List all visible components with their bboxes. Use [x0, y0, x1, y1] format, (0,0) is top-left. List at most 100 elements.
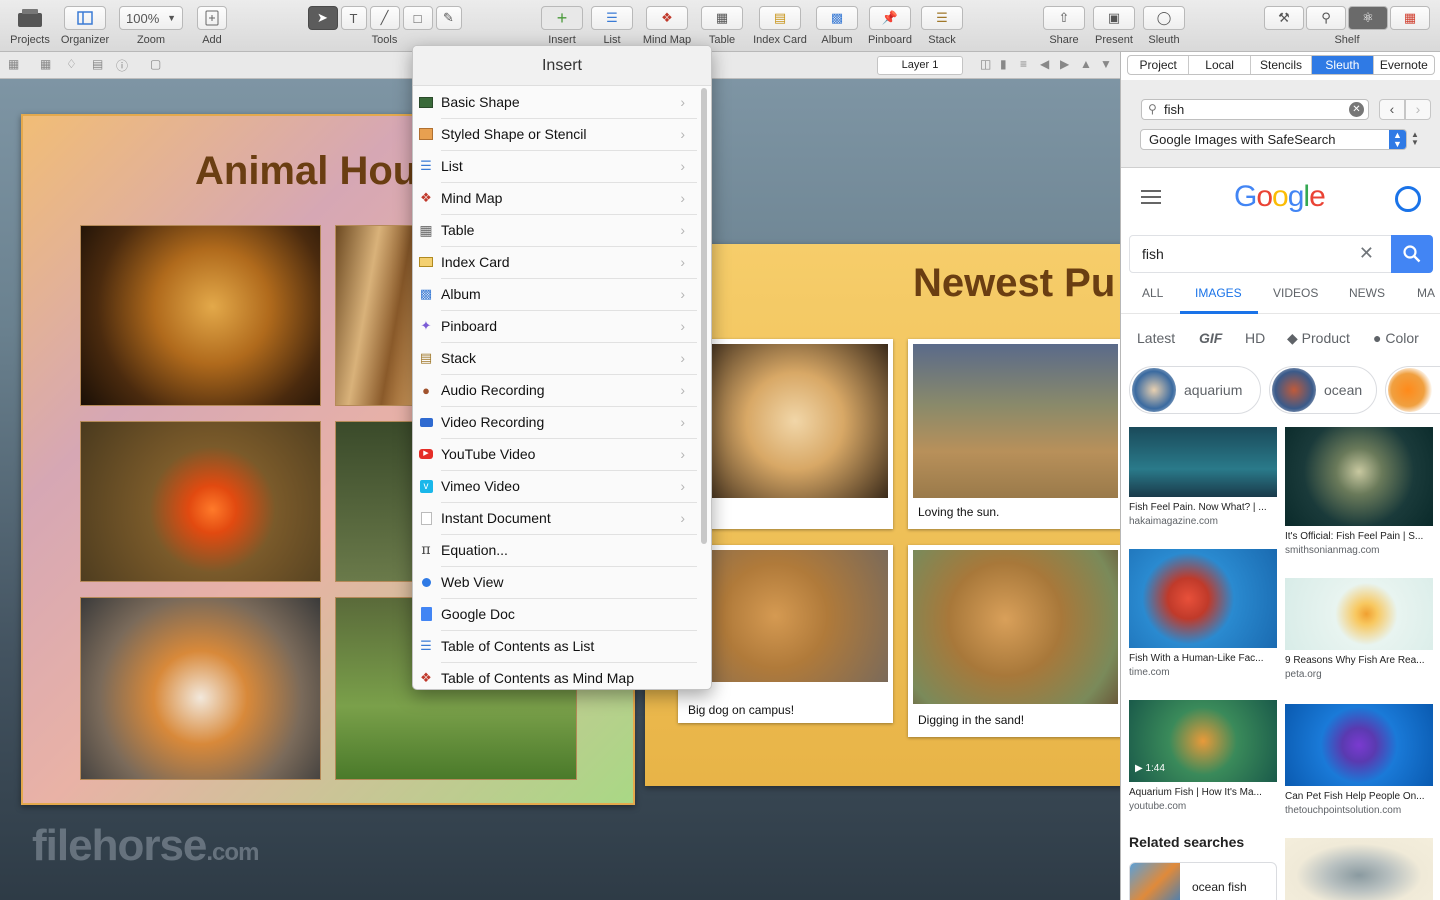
- share-button[interactable]: ⇧ Share: [1043, 6, 1085, 50]
- goldfish-photo[interactable]: [80, 421, 321, 582]
- tab-evernote[interactable]: Evernote: [1374, 56, 1434, 74]
- pinboard-button[interactable]: 📌 Pinboard: [866, 6, 914, 50]
- search-engine-select[interactable]: Google Images with SafeSearch ▲ ▼: [1140, 129, 1407, 150]
- menu-item-instant-document[interactable]: Instant Document ›: [415, 502, 697, 534]
- info-icon[interactable]: ⓘ: [116, 57, 132, 73]
- clipboard-icon[interactable]: ▢: [150, 57, 166, 73]
- menu-item-stack[interactable]: ▤ Stack ›: [415, 342, 697, 374]
- menu-item-list[interactable]: ☰ List ›: [415, 150, 697, 182]
- google-search-input[interactable]: fish ✕: [1129, 235, 1433, 273]
- clear-icon[interactable]: ✕: [1359, 243, 1374, 264]
- google-tab-all[interactable]: ALL: [1142, 286, 1163, 300]
- sleuth-search-input[interactable]: ⚲ fish ✕: [1141, 99, 1369, 120]
- notes-icon[interactable]: ▤: [92, 57, 108, 73]
- image-result[interactable]: 9 Reasons Why Fish Are Rea... peta.org: [1285, 578, 1435, 680]
- filter-icon[interactable]: ▼: [1100, 57, 1116, 73]
- suggestion-chip[interactable]: [1385, 366, 1440, 414]
- table-button[interactable]: ▦ Table: [701, 6, 743, 50]
- google-tab-news[interactable]: NEWS: [1349, 286, 1385, 300]
- account-icon[interactable]: [1395, 186, 1421, 212]
- up-icon[interactable]: ▲: [1080, 57, 1096, 73]
- back-button[interactable]: ‹: [1379, 99, 1405, 120]
- image-result[interactable]: Fish With a Human-Like Fac... time.com: [1129, 549, 1279, 678]
- calendar-button[interactable]: ▦: [1390, 6, 1430, 30]
- menu-item-index-card[interactable]: Index Card ›: [415, 246, 697, 278]
- pointer-tool[interactable]: ➤: [307, 6, 338, 30]
- photo-card[interactable]: Digging in the sand!: [908, 545, 1120, 737]
- inspector-button[interactable]: ⚒: [1264, 6, 1304, 30]
- menu-item-table-of-contents-as-mind-map[interactable]: ❖ Table of Contents as Mind Map: [415, 662, 697, 689]
- image-result[interactable]: ▶ 1:44 Aquarium Fish | How It's Ma... yo…: [1129, 700, 1279, 812]
- mind-map-button[interactable]: ❖ Mind Map: [640, 6, 694, 50]
- search-button[interactable]: ⚲: [1306, 6, 1346, 30]
- filter-product[interactable]: ◆ Product: [1287, 330, 1350, 347]
- zoom-select[interactable]: 100% ▼: [119, 6, 183, 30]
- text-tool[interactable]: T: [340, 6, 367, 30]
- image-result[interactable]: [1285, 838, 1433, 900]
- puppies-board[interactable]: Newest Pu Loving the sun. Big dog on cam…: [645, 244, 1120, 786]
- sleuth-button[interactable]: ◯ Sleuth: [1143, 6, 1185, 50]
- layout-icon[interactable]: ▦: [8, 57, 24, 73]
- menu-item-video-recording[interactable]: Video Recording ›: [415, 406, 697, 438]
- related-search-chip[interactable]: ocean fish: [1129, 862, 1277, 900]
- hamburger-menu-icon[interactable]: [1141, 190, 1161, 204]
- filter-gif[interactable]: GIF: [1199, 330, 1222, 346]
- board-title[interactable]: Newest Pu: [913, 261, 1115, 306]
- tab-local[interactable]: Local: [1189, 56, 1251, 74]
- shelf-button[interactable]: ⚛: [1348, 6, 1388, 30]
- menu-item-audio-recording[interactable]: ● Audio Recording ›: [415, 374, 697, 406]
- image-result[interactable]: Fish Feel Pain. Now What? | ... hakaimag…: [1129, 427, 1279, 527]
- bookmark-icon[interactable]: ▮: [1000, 57, 1016, 73]
- present-button[interactable]: ▣ Present: [1093, 6, 1135, 50]
- photo-card[interactable]: Loving the sun.: [908, 339, 1120, 529]
- image-result[interactable]: Can Pet Fish Help People On... thetouchp…: [1285, 704, 1435, 816]
- pen-tool[interactable]: ✎: [435, 6, 462, 30]
- shape-tool[interactable]: □: [402, 6, 433, 30]
- filter-latest[interactable]: Latest: [1137, 330, 1175, 346]
- google-tab-images[interactable]: IMAGES: [1195, 286, 1242, 300]
- menu-item-equation[interactable]: π Equation...: [415, 534, 697, 566]
- grid-icon[interactable]: ▦: [40, 57, 56, 73]
- menu-item-album[interactable]: ▩ Album ›: [415, 278, 697, 310]
- dog-photo[interactable]: [335, 225, 415, 406]
- cat-photo[interactable]: [80, 597, 321, 780]
- album-button[interactable]: ▩ Album: [816, 6, 858, 50]
- menu-item-pinboard[interactable]: ✦ Pinboard ›: [415, 310, 697, 342]
- menu-item-web-view[interactable]: Web View: [415, 566, 697, 598]
- menu-item-table-of-contents-as-list[interactable]: ☰ Table of Contents as List: [415, 630, 697, 662]
- stepper-icon[interactable]: ▲ ▼: [1411, 131, 1419, 147]
- cat-photo[interactable]: [335, 421, 415, 582]
- board-title[interactable]: Animal Hou: [195, 149, 417, 194]
- image-result[interactable]: It's Official: Fish Feel Pain | S... smi…: [1285, 427, 1435, 556]
- tab-stencils[interactable]: Stencils: [1251, 56, 1313, 74]
- tab-project[interactable]: Project: [1128, 56, 1190, 74]
- stack-button[interactable]: ☰ Stack: [921, 6, 963, 50]
- next-icon[interactable]: ▶: [1060, 57, 1076, 73]
- insert-button[interactable]: + Insert: [540, 6, 584, 50]
- index-card-button[interactable]: ▤ Index Card: [750, 6, 810, 50]
- projects-button[interactable]: Projects: [6, 6, 54, 50]
- line-tool[interactable]: ╱: [369, 6, 400, 30]
- list-button[interactable]: ☰ List: [590, 6, 634, 50]
- photo-card[interactable]: [697, 339, 893, 529]
- suggestion-chip[interactable]: ocean: [1269, 366, 1377, 414]
- organizer-button[interactable]: Organizer: [58, 6, 112, 50]
- google-tab-maps[interactable]: MA: [1417, 286, 1435, 300]
- columns-icon[interactable]: ◫: [980, 57, 996, 73]
- add-button[interactable]: Add: [194, 6, 230, 50]
- menu-item-table[interactable]: ▦ Table ›: [415, 214, 697, 246]
- previous-icon[interactable]: ◀: [1040, 57, 1056, 73]
- menu-item-basic-shape[interactable]: Basic Shape ›: [415, 86, 697, 118]
- menu-item-google-doc[interactable]: Google Doc: [415, 598, 697, 630]
- layer-select[interactable]: Layer 1: [877, 56, 963, 75]
- filter-hd[interactable]: HD: [1245, 330, 1265, 346]
- suggestion-chip[interactable]: aquarium: [1129, 366, 1261, 414]
- tag-icon[interactable]: ♢: [66, 57, 82, 73]
- menu-item-styled-shape-or-stencil[interactable]: Styled Shape or Stencil ›: [415, 118, 697, 150]
- google-search-button[interactable]: [1391, 235, 1433, 273]
- menu-item-mind-map[interactable]: ❖ Mind Map ›: [415, 182, 697, 214]
- zoom-control[interactable]: 100% ▼ Zoom: [118, 6, 184, 50]
- menu-item-youtube-video[interactable]: ▶ YouTube Video ›: [415, 438, 697, 470]
- filter-color[interactable]: ● Color: [1373, 330, 1419, 346]
- clear-icon[interactable]: ✕: [1349, 102, 1364, 117]
